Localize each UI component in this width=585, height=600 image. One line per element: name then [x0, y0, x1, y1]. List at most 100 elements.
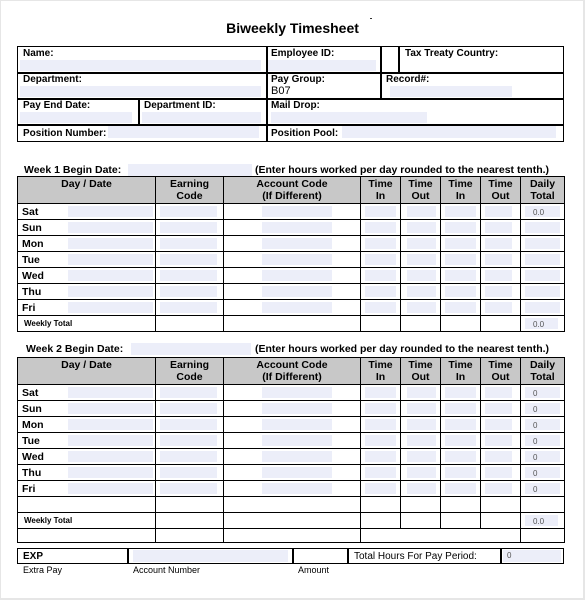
time-in-2-input[interactable] [445, 387, 476, 398]
time-in-2-input[interactable] [445, 206, 476, 217]
time-in-1-input[interactable] [365, 302, 396, 313]
account-code-input[interactable] [262, 451, 332, 462]
earning-code-input[interactable] [160, 483, 217, 494]
day-date-input[interactable] [68, 403, 153, 414]
time-in-2-input[interactable] [445, 238, 476, 249]
record-field[interactable] [390, 86, 512, 97]
time-out-2-input[interactable] [485, 302, 512, 313]
weekly-total-field[interactable]: 0.0 [525, 318, 558, 329]
earning-code-input[interactable] [160, 286, 217, 297]
daily-total-input[interactable] [525, 302, 560, 313]
time-in-1-input[interactable] [365, 451, 396, 462]
earning-code-input[interactable] [160, 254, 217, 265]
mail-drop-field[interactable] [271, 112, 427, 123]
day-date-input[interactable] [68, 206, 153, 217]
time-in-2-input[interactable] [445, 451, 476, 462]
daily-total-input[interactable]: 0 [525, 387, 560, 398]
day-date-input[interactable] [68, 302, 153, 313]
time-out-1-input[interactable] [407, 206, 436, 217]
account-code-input[interactable] [262, 403, 332, 414]
time-in-1-input[interactable] [365, 286, 396, 297]
time-out-2-input[interactable] [485, 206, 512, 217]
account-code-input[interactable] [262, 270, 332, 281]
time-out-1-input[interactable] [407, 302, 436, 313]
daily-total-input[interactable]: 0 [525, 403, 560, 414]
daily-total-input[interactable]: 0 [525, 419, 560, 430]
daily-total-input[interactable] [525, 238, 560, 249]
time-out-2-input[interactable] [485, 238, 512, 249]
time-out-2-input[interactable] [485, 387, 512, 398]
time-out-1-input[interactable] [407, 419, 436, 430]
day-date-input[interactable] [68, 238, 153, 249]
time-out-1-input[interactable] [407, 451, 436, 462]
time-in-2-input[interactable] [445, 302, 476, 313]
earning-code-input[interactable] [160, 222, 217, 233]
time-in-2-input[interactable] [445, 270, 476, 281]
time-in-1-input[interactable] [365, 270, 396, 281]
time-out-1-input[interactable] [407, 222, 436, 233]
time-out-2-input[interactable] [485, 451, 512, 462]
time-out-1-input[interactable] [407, 254, 436, 265]
amount-field[interactable] [295, 550, 344, 562]
time-in-1-input[interactable] [365, 387, 396, 398]
time-in-1-input[interactable] [365, 419, 396, 430]
time-in-1-input[interactable] [365, 483, 396, 494]
earning-code-input[interactable] [160, 206, 217, 217]
day-date-input[interactable] [68, 387, 153, 398]
account-code-input[interactable] [262, 467, 332, 478]
daily-total-input[interactable] [525, 270, 560, 281]
time-out-1-input[interactable] [407, 286, 436, 297]
account-code-input[interactable] [262, 387, 332, 398]
department-field[interactable] [20, 86, 261, 97]
time-out-1-input[interactable] [407, 270, 436, 281]
time-out-1-input[interactable] [407, 467, 436, 478]
earning-code-input[interactable] [160, 270, 217, 281]
account-code-input[interactable] [262, 483, 332, 494]
account-code-input[interactable] [262, 419, 332, 430]
time-in-2-input[interactable] [445, 483, 476, 494]
account-code-input[interactable] [262, 222, 332, 233]
total-hours-field[interactable] [503, 550, 561, 562]
name-field[interactable] [20, 60, 261, 71]
earning-code-input[interactable] [160, 435, 217, 446]
account-code-input[interactable] [262, 254, 332, 265]
time-out-2-input[interactable] [485, 270, 512, 281]
time-out-2-input[interactable] [485, 254, 512, 265]
daily-total-input[interactable] [525, 254, 560, 265]
account-code-input[interactable] [262, 206, 332, 217]
day-date-input[interactable] [68, 222, 153, 233]
time-out-1-input[interactable] [407, 483, 436, 494]
day-date-input[interactable] [68, 270, 153, 281]
time-in-2-input[interactable] [445, 419, 476, 430]
daily-total-input[interactable] [525, 286, 560, 297]
employee-id-field[interactable] [268, 60, 376, 71]
time-in-1-input[interactable] [365, 206, 396, 217]
time-out-2-input[interactable] [485, 483, 512, 494]
time-in-2-input[interactable] [445, 435, 476, 446]
time-in-1-input[interactable] [365, 403, 396, 414]
time-in-2-input[interactable] [445, 403, 476, 414]
day-date-input[interactable] [68, 451, 153, 462]
day-date-input[interactable] [68, 419, 153, 430]
daily-total-input[interactable]: 0 [525, 451, 560, 462]
time-out-2-input[interactable] [485, 467, 512, 478]
earning-code-input[interactable] [160, 451, 217, 462]
daily-total-input[interactable]: 0 [525, 467, 560, 478]
time-out-2-input[interactable] [485, 419, 512, 430]
time-out-1-input[interactable] [407, 403, 436, 414]
time-out-1-input[interactable] [407, 387, 436, 398]
earning-code-input[interactable] [160, 238, 217, 249]
time-out-1-input[interactable] [407, 435, 436, 446]
time-in-2-input[interactable] [445, 222, 476, 233]
account-number-field[interactable] [133, 550, 288, 562]
daily-total-input[interactable]: 0 [525, 483, 560, 494]
time-in-2-input[interactable] [445, 254, 476, 265]
weekly-total-field[interactable]: 0.0 [525, 515, 558, 526]
day-date-input[interactable] [68, 254, 153, 265]
day-date-input[interactable] [68, 286, 153, 297]
day-date-input[interactable] [68, 467, 153, 478]
time-in-2-input[interactable] [445, 467, 476, 478]
time-out-2-input[interactable] [485, 222, 512, 233]
time-in-1-input[interactable] [365, 222, 396, 233]
week2-begin-date-field[interactable] [131, 343, 251, 355]
